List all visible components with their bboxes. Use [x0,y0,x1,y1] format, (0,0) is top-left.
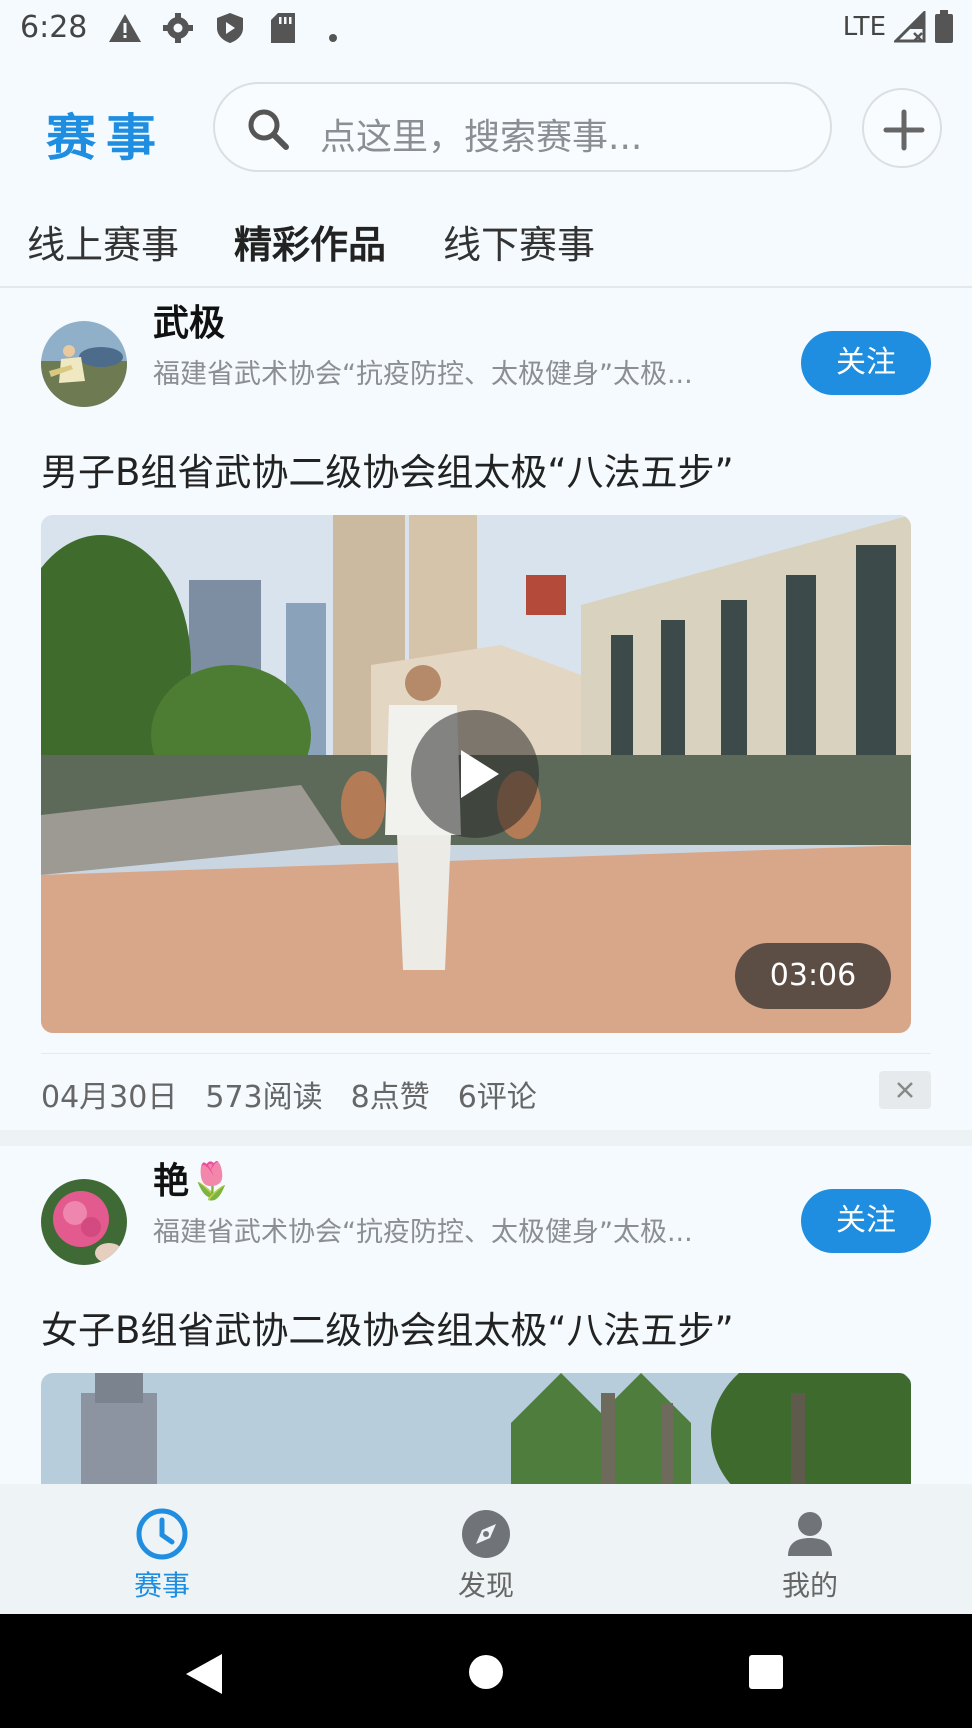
play-button[interactable] [411,710,539,838]
post-comments: 6评论 [457,1080,537,1115]
video-duration: 03:06 [735,943,891,1009]
avatar-image [41,1179,127,1265]
dismiss-button[interactable] [879,1071,931,1109]
home-icon[interactable] [468,1654,504,1690]
card-separator [0,1130,972,1146]
tab-online-events[interactable]: 线上赛事 [27,214,179,269]
post-card[interactable]: 武极 福建省武术协会“抗疫防控、太极健身”太极... 关注 男子B组省武协二级协… [0,290,972,1130]
status-time: 6:28 [20,10,88,45]
video-thumbnail[interactable] [41,1373,911,1484]
post-subtitle: 福建省武术协会“抗疫防控、太极健身”太极... [153,359,693,390]
back-icon[interactable] [184,1652,224,1696]
notification-dot-icon [329,34,337,42]
search-bar[interactable]: 点这里，搜索赛事... [213,82,832,172]
signal-icon [894,11,926,43]
status-bar: 6:28 LTE [0,0,972,56]
top-header: 赛事 点这里，搜索赛事... [0,78,972,178]
post-username[interactable]: 艳🌷 [153,1152,234,1204]
post-subtitle: 福建省武术协会“抗疫防控、太极健身”太极... [153,1217,693,1248]
nav-discover-label: 发现 [457,1569,514,1602]
sd-card-icon [271,13,295,43]
search-icon [248,109,289,150]
post-likes: 8点赞 [350,1080,430,1115]
shield-play-icon [217,13,243,43]
play-icon [461,750,499,798]
follow-button[interactable]: 关注 [801,1189,931,1253]
clock-icon [136,1508,188,1560]
recents-icon[interactable] [748,1654,784,1690]
video-thumbnail[interactable]: 03:06 [41,515,911,1033]
system-navigation-bar [0,1614,972,1728]
post-meta: 04月30日 573阅读 8点赞 6评论 [41,1072,537,1116]
post-date: 04月30日 [41,1080,178,1115]
video-frame-image [41,1373,911,1484]
divider [41,1053,931,1054]
post-title[interactable]: 男子B组省武协二级协会组太极“八法五步” [41,442,734,496]
nav-events-label: 赛事 [133,1569,190,1602]
post-username[interactable]: 武极 [153,294,225,346]
battery-icon [935,10,953,43]
nav-profile[interactable]: 我的 [648,1484,972,1614]
add-button[interactable] [862,88,942,168]
compass-icon [462,1510,510,1558]
close-icon [897,1082,913,1098]
plus-icon [883,109,925,151]
avatar-image [41,321,127,407]
search-placeholder: 点这里，搜索赛事... [320,117,643,158]
follow-button[interactable]: 关注 [801,331,931,395]
network-type: LTE [842,12,886,42]
bottom-navigation: 赛事 发现 我的 [0,1484,972,1614]
person-icon [788,1512,832,1556]
settings-gear-icon [163,13,193,43]
avatar[interactable] [41,321,127,407]
tab-featured-works[interactable]: 精彩作品 [234,214,386,269]
nav-profile-label: 我的 [781,1569,838,1602]
nav-events[interactable]: 赛事 [0,1484,324,1614]
nav-discover[interactable]: 发现 [324,1484,648,1614]
avatar[interactable] [41,1179,127,1265]
tab-offline-events[interactable]: 线下赛事 [443,214,595,269]
page-title: 赛事 [46,109,166,167]
feed-list: 武极 福建省武术协会“抗疫防控、太极健身”太极... 关注 男子B组省武协二级协… [0,290,972,1484]
post-card[interactable]: 艳🌷 福建省武术协会“抗疫防控、太极健身”太极... 关注 女子B组省武协二级协… [0,1148,972,1484]
category-tabs: 线上赛事 精彩作品 线下赛事 [0,200,972,288]
status-right: LTE [843,10,954,44]
post-title[interactable]: 女子B组省武协二级协会组太极“八法五步” [41,1300,734,1354]
post-reads: 573阅读 [205,1080,323,1115]
warning-icon [109,14,141,42]
